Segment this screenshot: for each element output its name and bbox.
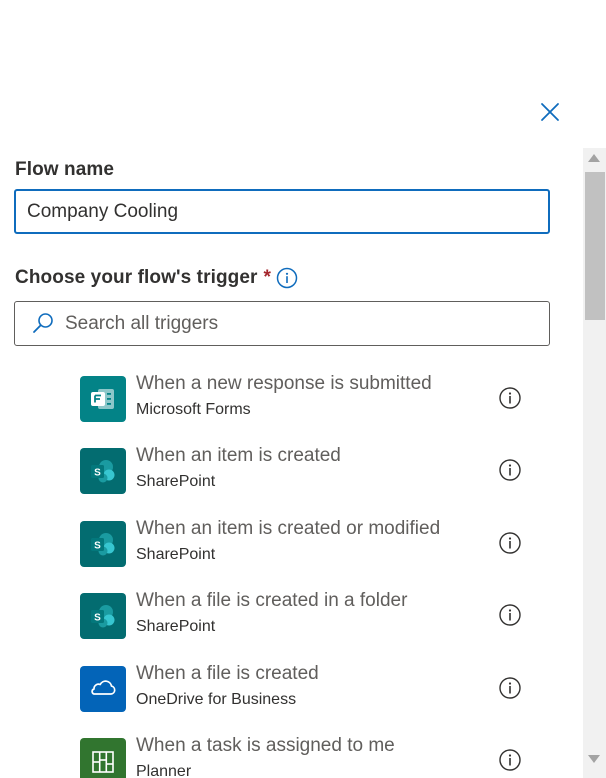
onedrive-icon <box>80 666 126 712</box>
required-marker: * <box>263 267 272 288</box>
svg-text:S: S <box>94 541 101 552</box>
info-icon[interactable] <box>498 386 522 410</box>
close-icon <box>541 103 559 121</box>
scroll-down-arrow-icon[interactable] <box>588 755 600 763</box>
trigger-connector: SharePoint <box>136 546 216 563</box>
info-icon[interactable] <box>498 458 522 482</box>
vertical-scrollbar[interactable] <box>583 148 606 778</box>
create-flow-panel: Flow name Choose your flow's trigger* <box>0 0 606 778</box>
trigger-label: Choose your flow's trigger * <box>15 267 271 289</box>
sharepoint-icon: S <box>80 521 126 567</box>
trigger-label-text: Choose your flow's trigger <box>15 267 258 288</box>
info-icon <box>276 267 298 289</box>
info-icon[interactable] <box>498 531 522 555</box>
info-icon[interactable] <box>498 748 522 772</box>
trigger-connector: SharePoint <box>136 473 216 490</box>
trigger-list: When a new response is submitted Microso… <box>0 360 580 778</box>
search-triggers-input[interactable] <box>65 302 535 345</box>
trigger-title: When a file is created in a folder <box>136 590 408 611</box>
scroll-thumb[interactable] <box>585 172 605 320</box>
trigger-connector: Microsoft Forms <box>136 401 251 418</box>
close-button[interactable] <box>538 100 562 124</box>
flow-name-label: Flow name <box>15 159 115 180</box>
trigger-item[interactable]: S When an item is created SharePoint <box>80 432 530 494</box>
trigger-item[interactable]: When a task is assigned to me Planner <box>80 722 530 778</box>
info-icon[interactable] <box>498 603 522 627</box>
trigger-connector: SharePoint <box>136 618 216 635</box>
trigger-item[interactable]: When a new response is submitted Microso… <box>80 360 530 422</box>
trigger-title: When a new response is submitted <box>136 373 432 394</box>
trigger-title: When an item is created or modified <box>136 518 441 539</box>
search-icon <box>33 313 53 333</box>
trigger-title: When a file is created <box>136 663 319 684</box>
trigger-connector: Planner <box>136 763 192 778</box>
scroll-up-arrow-icon[interactable] <box>588 154 600 162</box>
search-triggers-box[interactable] <box>14 301 550 346</box>
svg-text:S: S <box>94 468 101 479</box>
trigger-info-button[interactable] <box>276 267 298 289</box>
trigger-item[interactable]: S When a file is created in a folder Sha… <box>80 577 530 639</box>
trigger-item[interactable]: When a file is created OneDrive for Busi… <box>80 650 530 712</box>
trigger-title: When a task is assigned to me <box>136 735 395 756</box>
trigger-title: When an item is created <box>136 445 341 466</box>
info-icon[interactable] <box>498 676 522 700</box>
trigger-item[interactable]: S When an item is created or modified Sh… <box>80 505 530 567</box>
sharepoint-icon: S <box>80 448 126 494</box>
sharepoint-icon: S <box>80 593 126 639</box>
trigger-connector: OneDrive for Business <box>136 691 297 708</box>
flow-name-input[interactable] <box>14 189 550 234</box>
forms-icon <box>80 376 126 422</box>
planner-icon <box>80 738 126 778</box>
svg-text:S: S <box>94 613 101 624</box>
